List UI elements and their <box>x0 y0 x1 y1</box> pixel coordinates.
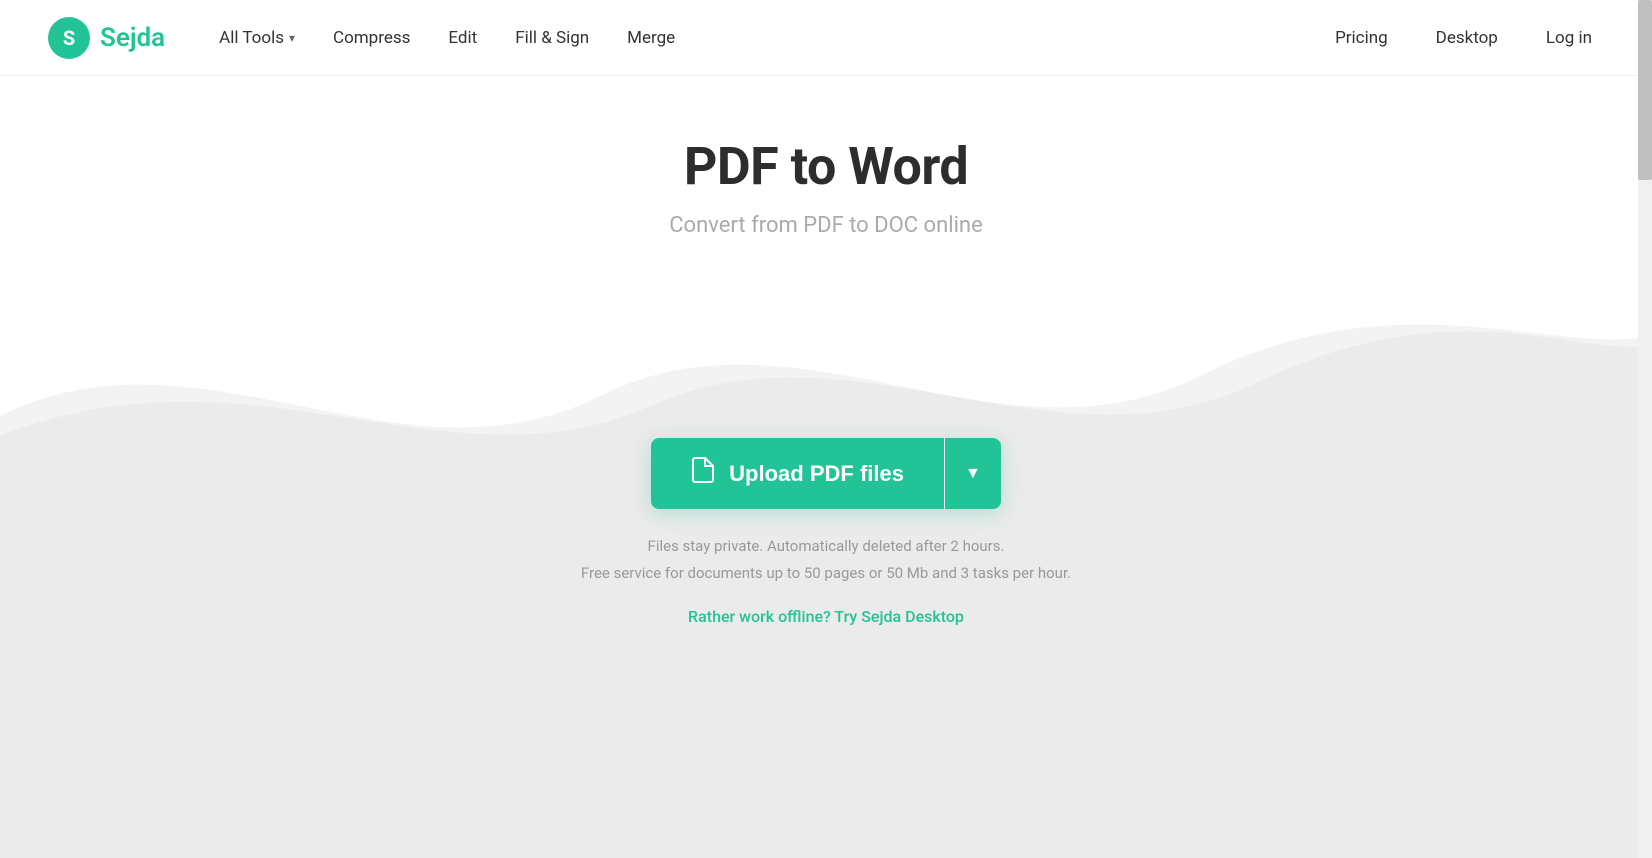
upload-button-group: Upload PDF files ▼ <box>651 438 1001 509</box>
upload-area: Upload PDF files ▼ Files stay private. A… <box>581 438 1071 626</box>
info-line-1: Files stay private. Automatically delete… <box>581 533 1071 560</box>
main-nav: All Tools ▾ Compress Edit Fill & Sign Me… <box>205 20 689 56</box>
main-content: PDF to Word Convert from PDF to DOC onli… <box>0 76 1652 858</box>
logo-text: Sejda <box>100 23 165 53</box>
nav-item-edit[interactable]: Edit <box>434 20 491 56</box>
logo-icon: S <box>48 17 90 59</box>
nav-item-fill-sign[interactable]: Fill & Sign <box>501 20 603 56</box>
pdf-file-icon <box>691 456 715 491</box>
scrollbar[interactable] <box>1638 0 1652 858</box>
upload-button-label: Upload PDF files <box>729 461 904 487</box>
upload-dropdown-button[interactable]: ▼ <box>945 438 1001 509</box>
header-right: Pricing Desktop Log in <box>1323 20 1604 56</box>
dropdown-chevron-icon: ▼ <box>965 465 981 483</box>
logo[interactable]: S Sejda <box>48 17 165 59</box>
info-text: Files stay private. Automatically delete… <box>581 533 1071 587</box>
page-subtitle: Convert from PDF to DOC online <box>669 213 983 238</box>
nav-item-merge[interactable]: Merge <box>613 20 689 56</box>
header: S Sejda All Tools ▾ Compress Edit Fill &… <box>0 0 1652 76</box>
login-link[interactable]: Log in <box>1534 20 1604 56</box>
scrollbar-thumb[interactable] <box>1638 0 1652 180</box>
offline-link[interactable]: Rather work offline? Try Sejda Desktop <box>688 607 964 626</box>
pricing-link[interactable]: Pricing <box>1323 20 1400 56</box>
nav-item-all-tools[interactable]: All Tools ▾ <box>205 20 309 56</box>
info-line-2: Free service for documents up to 50 page… <box>581 560 1071 587</box>
header-left: S Sejda All Tools ▾ Compress Edit Fill &… <box>48 17 689 59</box>
upload-button[interactable]: Upload PDF files <box>651 438 944 509</box>
nav-item-compress[interactable]: Compress <box>319 20 424 56</box>
chevron-down-icon: ▾ <box>289 31 295 45</box>
desktop-link[interactable]: Desktop <box>1424 20 1510 56</box>
page-title: PDF to Word <box>684 136 968 197</box>
